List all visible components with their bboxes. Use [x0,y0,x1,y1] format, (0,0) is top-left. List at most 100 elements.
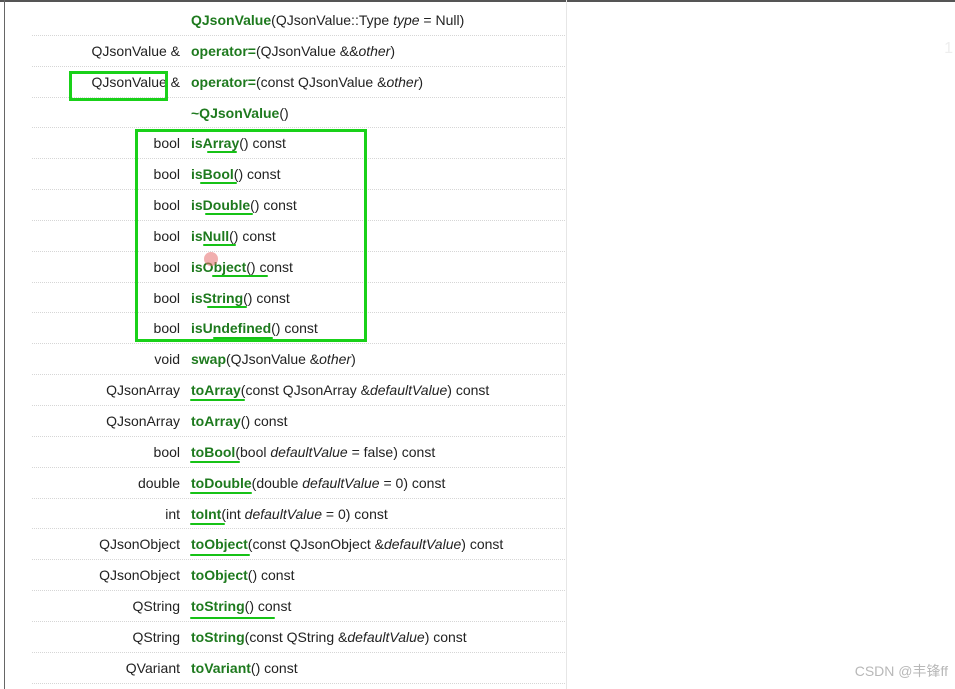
table-row: QJsonValue(QJsonValue::Type type = Null) [32,5,565,36]
param-name: defaultValue [347,628,425,645]
signature: toBool(bool defaultValue = false) const [191,444,435,460]
param-name: other [319,351,352,368]
params-text: () const [240,412,288,429]
params-suffix: = 0) const [379,474,446,491]
function-link[interactable]: QJsonValue [191,12,271,28]
return-type: int [165,505,180,522]
underline-annotation [207,151,237,153]
signature: toDouble(double defaultValue = 0) const [191,475,445,491]
signature: toObject() const [191,567,294,583]
signature: operator=(QJsonValue &&other) [191,43,395,59]
signature: toArray(const QJsonArray &defaultValue) … [191,382,489,398]
param-name: defaultValue [244,505,322,522]
table-row: ~QJsonValue() [32,98,565,129]
underline-annotation [190,492,252,494]
param-name: defaultValue [383,536,462,553]
table-row: void swap(QJsonValue &other) [32,344,565,376]
return-type: QJsonArray [106,412,180,429]
table-row: QJsonValue & operator=(QJsonValue &&other… [32,36,565,67]
param-name: type [393,12,420,28]
function-link[interactable]: toObject [191,567,248,583]
top-border [0,0,955,2]
underline-annotation [190,461,240,463]
params-text: (bool [235,443,271,460]
faint-edge-mark: 1 [944,40,953,57]
return-type: QJsonArray [106,382,180,399]
return-type: QVariant [125,659,180,676]
function-link[interactable]: toInt [191,506,221,522]
table-row: QJsonObject toObject(const QJsonObject &d… [32,529,565,561]
signature: operator=(const QJsonValue &other) [191,74,423,90]
params-suffix: ) const [447,382,490,399]
function-link[interactable]: ~QJsonValue [191,105,279,121]
function-link[interactable]: toArray [191,413,241,429]
underline-annotation [190,617,275,619]
param-name: other [386,73,419,90]
function-link[interactable]: toBool [191,444,235,460]
return-type: bool [153,443,180,460]
param-name: defaultValue [270,443,348,460]
params-suffix: ) [418,73,424,90]
params-text: (const QJsonArray & [240,382,370,399]
underline-annotation [190,523,225,525]
table-row: double toDouble(double defaultValue = 0) … [32,468,565,499]
function-link[interactable]: toDouble [191,475,252,491]
params-suffix: ) [390,42,396,59]
annotation-box-return-type [69,71,168,101]
signature: toVariant() const [191,660,298,676]
params-text: (QJsonValue && [255,42,359,59]
param-name: defaultValue [369,382,448,399]
signature: QJsonValue(QJsonValue::Type type = Null) [191,12,464,28]
params-text: (int [221,505,245,522]
underline-annotation [212,275,268,277]
param-name: other [358,42,391,59]
function-link[interactable]: toString [191,629,245,645]
params-suffix: ) const [424,628,467,645]
function-link[interactable]: toVariant [191,660,251,676]
params-text: (QJsonValue & [226,351,320,368]
params-text: (const QJsonObject & [247,536,384,553]
left-border [4,0,5,689]
function-link[interactable]: toObject [191,536,248,552]
params-suffix: ) const [461,536,504,553]
function-link[interactable]: operator= [191,74,256,90]
table-row: bool toBool(bool defaultValue = false) co… [32,437,565,468]
table-row: QJsonObject toObject() const [32,560,565,592]
return-type: void [154,351,180,368]
underline-annotation [200,182,237,184]
signature: swap(QJsonValue &other) [191,351,356,367]
annotation-box-is-functions [135,129,367,342]
member-function-table: QJsonValue(QJsonValue::Type type = Null)… [32,5,565,684]
param-name: defaultValue [302,474,380,491]
function-link[interactable]: swap [191,351,226,367]
underline-annotation [190,554,250,556]
content-right-border [566,0,567,689]
function-link[interactable]: toArray [191,382,241,398]
watermark: CSDN @丰锋ff [854,663,948,679]
underline-annotation [207,306,247,308]
function-link[interactable]: operator= [191,43,256,59]
return-type: QString [132,628,180,645]
params-text: (double [251,474,303,491]
table-row: QVariant toVariant() const [32,653,565,684]
table-row: QJsonArray toArray() const [32,406,565,437]
return-type: QJsonObject [99,536,180,553]
params-text: () [279,104,289,121]
signature: toArray() const [191,413,287,429]
params-suffix: = false) const [347,443,436,460]
underline-annotation [205,213,253,215]
params-text: () const [247,567,295,584]
signature: toObject(const QJsonObject &defaultValue… [191,536,503,552]
params-text: (const QJsonValue & [255,73,387,90]
signature: toString() const [191,598,291,614]
params-text: (QJsonValue::Type [271,12,394,28]
underline-annotation [213,337,273,339]
return-type: QJsonObject [99,567,180,584]
function-link[interactable]: toString [191,598,245,614]
params-text: (const QString & [244,628,348,645]
params-suffix: = Null) [419,12,465,28]
return-type: double [137,474,180,491]
return-type: QString [132,598,180,615]
underline-annotation [190,399,245,401]
params-suffix: = 0) const [322,505,388,522]
